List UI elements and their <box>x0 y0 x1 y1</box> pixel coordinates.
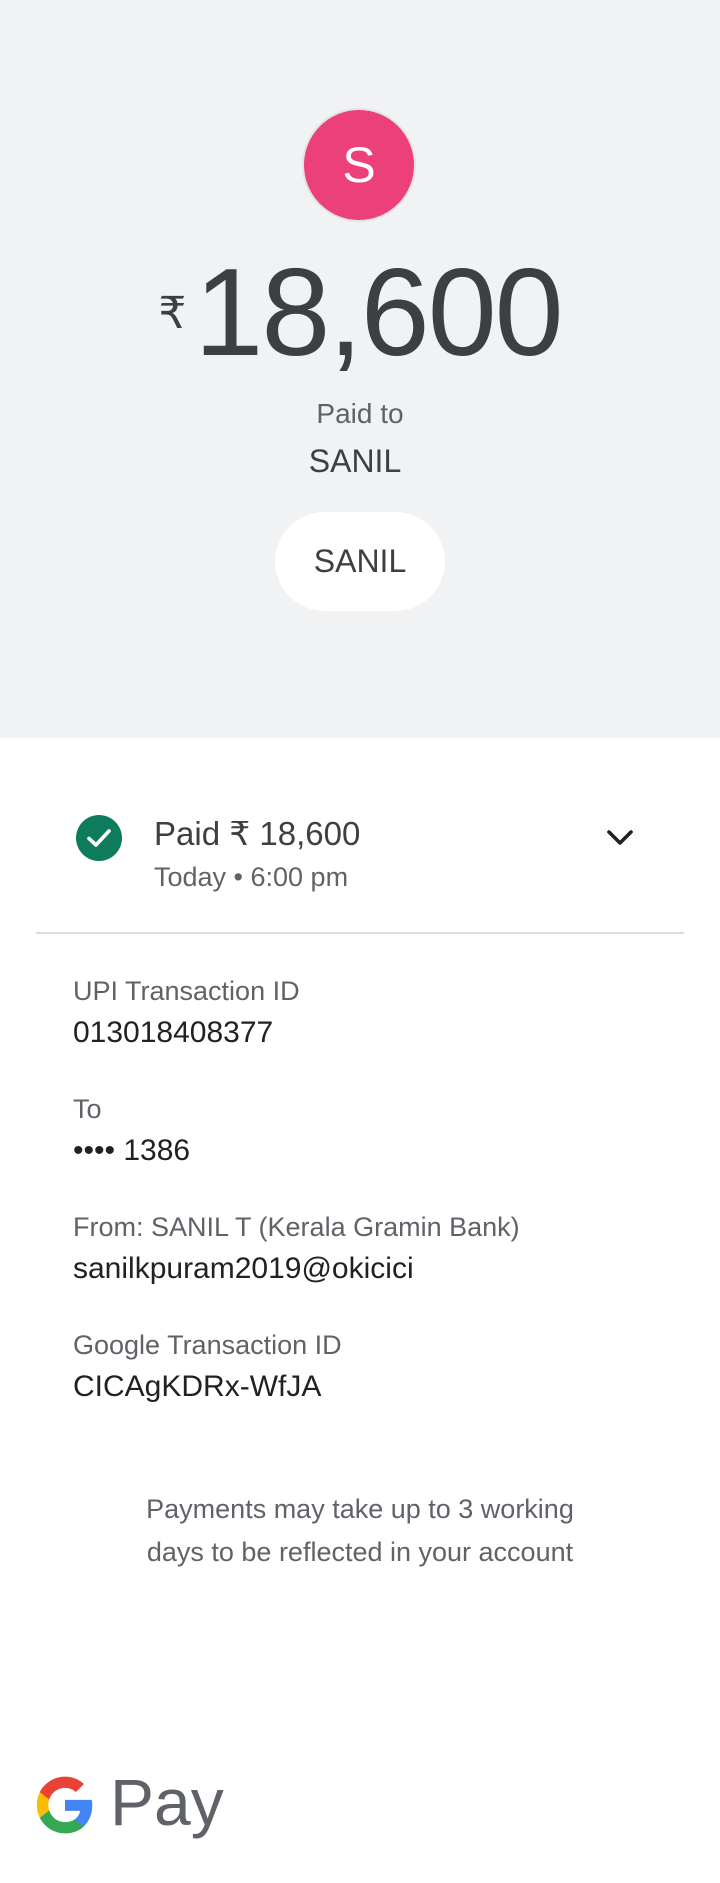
detail-value: CICAgKDRx-WfJA <box>73 1370 322 1403</box>
brand-text: Pay <box>110 1765 224 1839</box>
avatar: S <box>302 108 416 222</box>
divider <box>36 932 684 934</box>
detail-to-account: To •••• 1386 <box>73 1092 190 1170</box>
detail-value: sanilkpuram2019@okicici <box>73 1252 414 1285</box>
detail-label: UPI Transaction ID <box>73 976 300 1006</box>
paid-to-label: Paid to <box>316 398 404 429</box>
detail-value: 013018408377 <box>73 1016 274 1049</box>
payment-status-row[interactable]: Paid ₹ 18,600 Today • 6:00 pm <box>0 800 720 910</box>
amount-display: ₹18,600 <box>0 248 720 378</box>
detail-upi-transaction-id: UPI Transaction ID 013018408377 <box>73 974 300 1052</box>
detail-from-account: From: SANIL T (Kerala Gramin Bank) sanil… <box>73 1210 520 1288</box>
detail-label: To <box>73 1094 102 1124</box>
chevron-down-icon[interactable] <box>604 822 636 854</box>
detail-label: Google Transaction ID <box>73 1330 342 1360</box>
payee-chip-button[interactable]: SANIL <box>275 512 445 611</box>
payment-summary-header: S ₹18,600 Paid to SANIL SANIL <box>0 0 720 738</box>
check-circle-icon <box>76 815 122 861</box>
processing-note: Payments may take up to 3 working days t… <box>146 1494 574 1567</box>
status-timestamp: Today • 6:00 pm <box>154 862 349 892</box>
detail-google-transaction-id: Google Transaction ID CICAgKDRx-WfJA <box>73 1328 342 1406</box>
status-title: Paid ₹ 18,600 <box>154 815 361 852</box>
detail-value: •••• 1386 <box>73 1134 191 1167</box>
amount-value: 18,600 <box>194 244 563 382</box>
payee-name: SANIL <box>308 443 402 479</box>
google-g-icon <box>36 1776 93 1834</box>
google-pay-logo: Pay <box>34 1765 234 1850</box>
detail-label: From: SANIL T (Kerala Gramin Bank) <box>73 1212 520 1242</box>
currency-symbol: ₹ <box>158 289 187 338</box>
